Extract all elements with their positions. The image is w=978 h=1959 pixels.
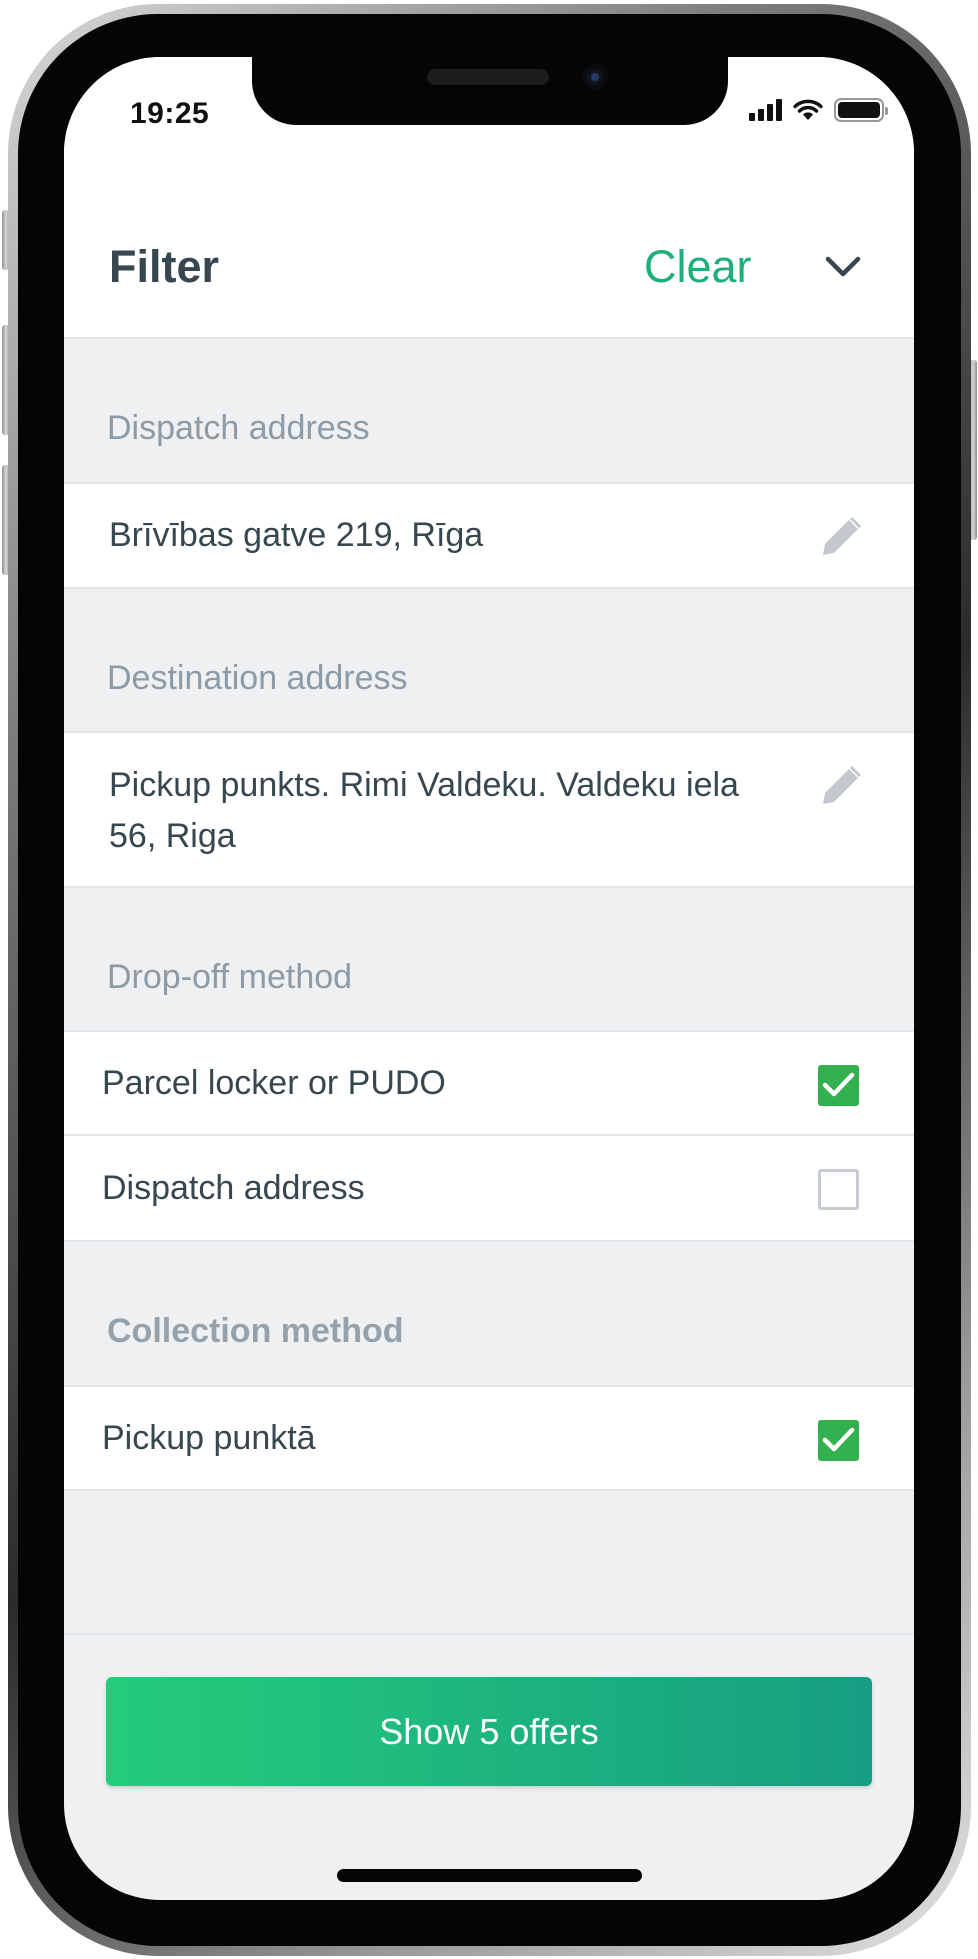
checkmark-icon [822, 1427, 855, 1452]
status-time: 19:25 [130, 97, 210, 130]
checkbox-unchecked[interactable] [818, 1169, 859, 1210]
filter-header: Filter Clear [64, 159, 914, 339]
option-label: Dispatch address [102, 1168, 365, 1207]
pencil-icon[interactable] [817, 513, 865, 561]
wifi-icon [793, 99, 823, 120]
filter-content: Dispatch address Brīvības gatve 219, Rīg… [64, 339, 914, 1491]
dispatch-address-value: Brīvības gatve 219, Rīga [109, 516, 484, 554]
battery-icon [834, 98, 888, 122]
status-icons [749, 95, 888, 125]
chevron-down-icon[interactable] [822, 251, 864, 283]
checkbox-checked[interactable] [818, 1065, 859, 1106]
cellular-signal-icon [749, 99, 782, 121]
front-camera [582, 64, 608, 90]
checkmark-icon [822, 1072, 855, 1097]
destination-address-label: Destination address [64, 589, 914, 731]
dropoff-option-dispatch-address[interactable]: Dispatch address [64, 1136, 914, 1242]
option-label: Pickup punktā [102, 1418, 316, 1457]
status-bar: 19:25 [64, 57, 914, 159]
phone-mockup: 19:25 Filter Clear Dispatch address Brīv… [0, 0, 978, 1959]
footer-divider [64, 1633, 914, 1635]
show-offers-button[interactable]: Show 5 offers [106, 1677, 872, 1786]
checkbox-checked[interactable] [818, 1420, 859, 1461]
notch [252, 57, 728, 125]
clear-button[interactable]: Clear [644, 241, 752, 293]
page-title: Filter [109, 241, 220, 292]
screen: 19:25 Filter Clear Dispatch address Brīv… [64, 57, 914, 1900]
destination-address-value: Pickup punkts. Rimi Valdeku. Valdeku iel… [109, 766, 739, 855]
speaker-grille [427, 69, 549, 85]
pencil-icon[interactable] [817, 762, 865, 810]
dispatch-address-label: Dispatch address [64, 339, 914, 482]
dropoff-option-parcel-locker[interactable]: Parcel locker or PUDO [64, 1030, 914, 1136]
collection-method-label: Collection method [64, 1242, 914, 1385]
option-label: Parcel locker or PUDO [102, 1063, 446, 1102]
dispatch-address-row[interactable]: Brīvības gatve 219, Rīga [64, 482, 914, 589]
home-indicator[interactable] [337, 1869, 642, 1882]
collection-option-pickup-point[interactable]: Pickup punktā [64, 1385, 914, 1491]
dropoff-method-label: Drop-off method [64, 888, 914, 1030]
destination-address-row[interactable]: Pickup punkts. Rimi Valdeku. Valdeku iel… [64, 731, 914, 888]
